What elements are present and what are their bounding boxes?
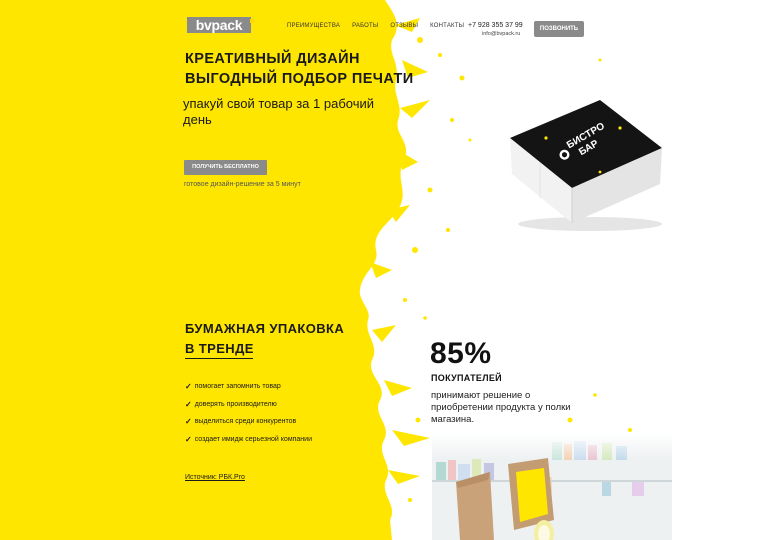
hero-title-line1: КРЕАТИВНЫЙ ДИЗАЙН [185,51,360,67]
benefit-text: создает имидж серьезной компании [194,435,312,443]
check-icon: ✓ [185,417,192,427]
list-item: ✓ доверять производителю [185,396,312,414]
check-icon: ✓ [185,434,192,444]
stat-label: ПОКУПАТЕЛЕЙ [431,373,502,383]
logo-accent-dot [250,19,254,23]
nav-item-advantages[interactable]: ПРЕИМУЩЕСТВА [287,23,340,29]
main-nav: ПРЕИМУЩЕСТВА РАБОТЫ ОТЗЫВЫ КОНТАКТЫ [287,23,464,29]
list-item: ✓ выделиться среди конкурентов [185,413,312,431]
call-button[interactable]: ПОЗВОНИТЬ [534,21,584,37]
trend-title-line1: БУМАЖНАЯ УПАКОВКА [185,321,345,336]
benefit-text: доверять производителю [194,400,277,408]
logo[interactable]: bvpack [187,17,254,33]
trend-title-line2: В ТРЕНДЕ [185,341,254,356]
source-link[interactable]: Источник: РБК.Pro [185,474,245,481]
list-item: ✓ помогает запомнить товар [185,378,312,396]
list-item: ✓ создает имидж серьезной компании [185,431,312,449]
get-free-button[interactable]: ПОЛУЧИТЬ БЕСПЛАТНО [184,160,267,175]
benefit-text: выделиться среди конкурентов [194,418,297,426]
store-shelf-image [432,432,672,540]
phone-number[interactable]: +7 928 355 37 99 [468,22,523,29]
hero-subtitle: упакуй свой товар за 1 рабочий день [183,96,375,127]
nav-item-reviews[interactable]: ОТЗЫВЫ [390,23,418,29]
logo-text: bvpack [195,17,243,33]
title-underline [185,358,253,359]
stat-description: принимают решение о приобретении продукт… [431,390,571,425]
benefits-list: ✓ помогает запомнить товар ✓ доверять пр… [185,378,312,448]
check-icon: ✓ [185,382,192,392]
stat-percentage: 85% [430,337,492,370]
email-address[interactable]: info@bvpack.ru [482,31,520,37]
cta-note: готовое дизайн-решение за 5 минут [184,181,301,188]
nav-item-works[interactable]: РАБОТЫ [352,23,378,29]
hero-title-line2: ВЫГОДНЫЙ ПОДБОР ПЕЧАТИ [185,71,414,87]
check-icon: ✓ [185,399,192,409]
nav-item-contacts[interactable]: КОНТАКТЫ [430,23,464,29]
benefit-text: помогает запомнить товар [194,383,281,391]
product-box-image: БИСТРО БАР [500,88,680,238]
black-box-illustration: БИСТРО БАР [510,100,662,231]
